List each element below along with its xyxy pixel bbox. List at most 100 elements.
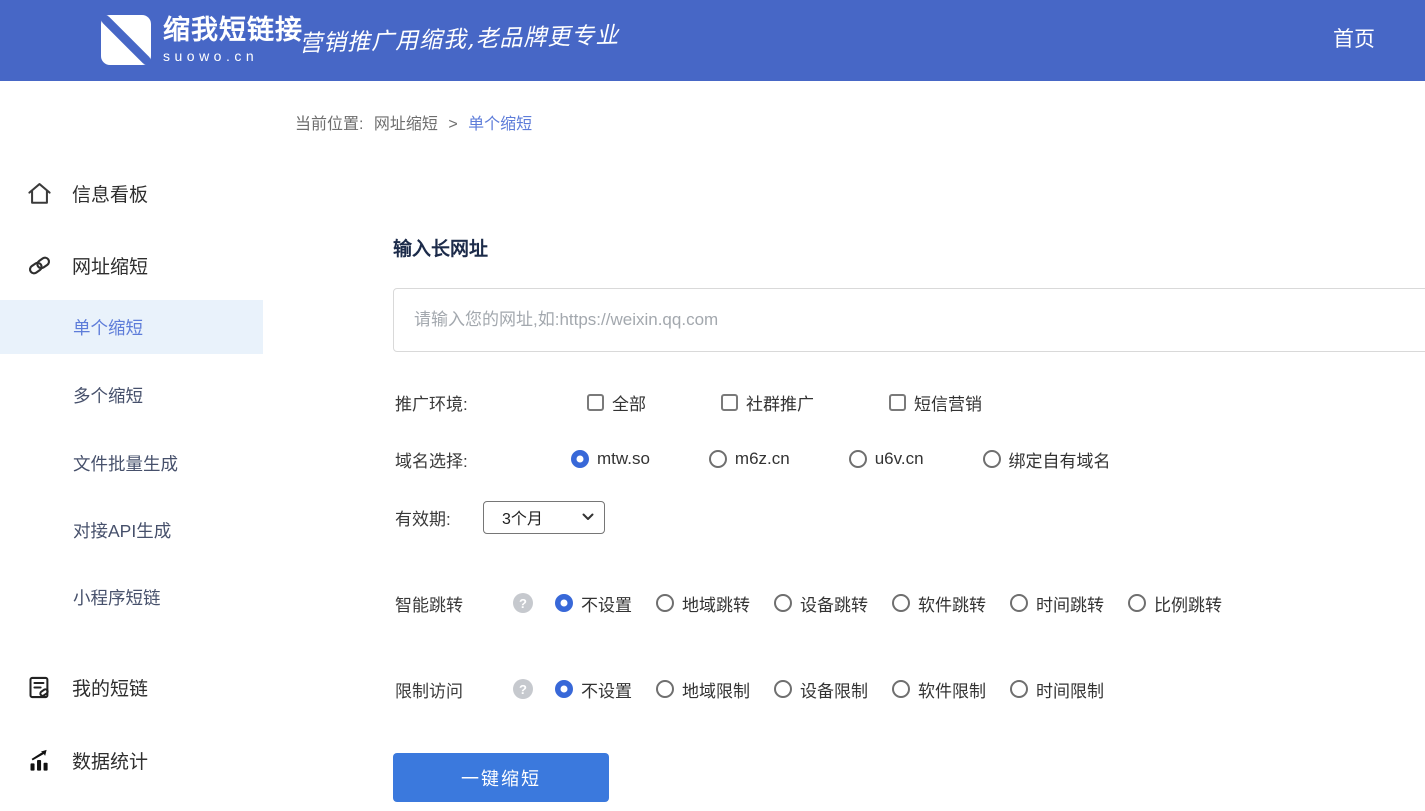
sidebar-item-label: 网址缩短 [72, 252, 148, 279]
radio-label: 不设置 [581, 677, 632, 702]
radio-option-geo-redirect[interactable]: 地域跳转 [656, 591, 750, 616]
validity-row: 有效期: 3个月 [395, 500, 605, 534]
sidebar-item-shorten[interactable]: 网址缩短 [0, 247, 263, 283]
radio-option-time-redirect[interactable]: 时间跳转 [1010, 591, 1104, 616]
sidebar-item-dashboard[interactable]: 信息看板 [0, 175, 263, 211]
radio-label: 时间跳转 [1036, 591, 1104, 616]
smart-redirect-label: 智能跳转 [395, 591, 467, 616]
checkbox-label: 社群推广 [746, 390, 814, 415]
checkbox-option-community[interactable]: 社群推广 [721, 390, 814, 415]
radio-option-no-restrict[interactable]: 不设置 [555, 677, 632, 702]
radio-option-u6v-cn[interactable]: u6v.cn [849, 449, 924, 469]
radio-option-geo-restrict[interactable]: 地域限制 [656, 677, 750, 702]
radio-option-software-redirect[interactable]: 软件跳转 [892, 591, 986, 616]
breadcrumb-parent-link[interactable]: 网址缩短 [374, 116, 438, 133]
promo-env-row: 推广环境: 全部 社群推广 短信营销 [395, 384, 982, 420]
radio-icon [892, 594, 910, 612]
checkbox-icon [889, 394, 906, 411]
radio-icon [1010, 594, 1028, 612]
sidebar-item-statistics[interactable]: 数据统计 [0, 742, 263, 778]
radio-label: 不设置 [581, 591, 632, 616]
radio-option-time-restrict[interactable]: 时间限制 [1010, 677, 1104, 702]
validity-select[interactable]: 3个月 [483, 501, 605, 534]
radio-option-ratio-redirect[interactable]: 比例跳转 [1128, 591, 1222, 616]
radio-option-m6z-cn[interactable]: m6z.cn [709, 449, 790, 469]
radio-option-custom-domain[interactable]: 绑定自有域名 [983, 447, 1111, 472]
checkbox-icon [587, 394, 604, 411]
sidebar-item-label: 数据统计 [72, 747, 148, 774]
sidebar-subitem-multi-shorten[interactable]: 多个缩短 [0, 377, 263, 413]
checkbox-label: 短信营销 [914, 390, 982, 415]
sidebar-subitem-label: 单个缩短 [73, 315, 143, 340]
radio-option-mtw-so[interactable]: mtw.so [571, 449, 650, 469]
shorten-submit-button[interactable]: 一键缩短 [393, 753, 609, 802]
radio-icon [892, 680, 910, 698]
sidebar-subitem-label: 文件批量生成 [73, 451, 178, 476]
promo-env-label: 推广环境: [395, 390, 512, 415]
radio-label: 时间限制 [1036, 677, 1104, 702]
radio-icon [656, 594, 674, 612]
header-bar: 缩我短链接 suowo.cn · 营销推广用缩我,老品牌更专业 首页 [0, 0, 1425, 81]
sidebar-subitem-miniprogram[interactable]: 小程序短链 [0, 579, 263, 615]
radio-option-device-redirect[interactable]: 设备跳转 [774, 591, 868, 616]
radio-icon [656, 680, 674, 698]
sidebar-item-cutoff[interactable]: 域名管理 [0, 805, 263, 811]
question-icon[interactable]: ? [513, 679, 533, 699]
breadcrumb-current-link[interactable]: 单个缩短 [468, 116, 532, 133]
domain-select-row: 域名选择: mtw.so m6z.cn u6v.cn 绑定自有域名 [395, 441, 1111, 477]
sidebar-subitem-label: 对接API生成 [73, 518, 171, 543]
sidebar-item-my-links[interactable]: 我的短链 [0, 669, 263, 705]
radio-icon [1128, 594, 1146, 612]
checkbox-option-sms[interactable]: 短信营销 [889, 390, 982, 415]
radio-label: 绑定自有域名 [1009, 447, 1111, 472]
sidebar-subitem-label: 多个缩短 [73, 383, 143, 408]
sidebar-subitem-file-batch[interactable]: 文件批量生成 [0, 445, 263, 481]
radio-option-device-restrict[interactable]: 设备限制 [774, 677, 868, 702]
link-icon [26, 252, 53, 279]
home-icon [26, 180, 53, 207]
radio-icon [774, 594, 792, 612]
radio-label: mtw.so [597, 449, 650, 469]
radio-icon [555, 680, 573, 698]
sidebar-item-label: 信息看板 [72, 180, 148, 207]
document-link-icon [26, 674, 53, 701]
validity-label: 有效期: [395, 505, 483, 530]
radio-icon [571, 450, 589, 468]
radio-icon [983, 450, 1001, 468]
radio-label: 地域限制 [682, 677, 750, 702]
radio-option-software-restrict[interactable]: 软件限制 [892, 677, 986, 702]
smart-redirect-row: 智能跳转 ? 不设置 地域跳转 设备跳转 软件跳转 时间跳转 比例跳转 [395, 585, 1222, 621]
tagline-dot: · [282, 20, 291, 46]
radio-icon [709, 450, 727, 468]
sidebar-subitem-label: 小程序短链 [73, 585, 161, 610]
brand-logo[interactable]: 缩我短链接 suowo.cn [100, 14, 303, 66]
radio-label: 软件跳转 [918, 591, 986, 616]
bar-chart-icon [26, 747, 53, 774]
sidebar-item-label: 我的短链 [72, 674, 148, 701]
sidebar-subitem-single-shorten[interactable]: 单个缩短 [0, 300, 263, 354]
radio-icon [849, 450, 867, 468]
page: 缩我短链接 suowo.cn · 营销推广用缩我,老品牌更专业 首页 当前位置:… [0, 0, 1425, 811]
radio-icon [555, 594, 573, 612]
nav-home-link[interactable]: 首页 [1333, 23, 1375, 53]
radio-option-no-redirect[interactable]: 不设置 [555, 591, 632, 616]
validity-select-value: 3个月 [502, 505, 543, 529]
section-title: 输入长网址 [393, 234, 488, 261]
radio-icon [774, 680, 792, 698]
radio-icon [1010, 680, 1028, 698]
radio-label: m6z.cn [735, 449, 790, 469]
breadcrumb-prefix: 当前位置: [295, 116, 363, 133]
radio-label: 比例跳转 [1154, 591, 1222, 616]
chevron-down-icon [582, 513, 594, 521]
access-restrict-label: 限制访问 [395, 677, 467, 702]
brand-tagline: · 营销推广用缩我,老品牌更专业 [282, 20, 619, 54]
question-icon[interactable]: ? [513, 593, 533, 613]
sidebar-subitem-api-generate[interactable]: 对接API生成 [0, 512, 263, 548]
logo-s-icon [100, 14, 152, 66]
checkbox-option-all[interactable]: 全部 [587, 390, 646, 415]
breadcrumb: 当前位置: 网址缩短 > 单个缩短 [295, 110, 532, 134]
long-url-input[interactable] [393, 288, 1425, 352]
checkbox-icon [721, 394, 738, 411]
radio-label: 软件限制 [918, 677, 986, 702]
checkbox-label: 全部 [612, 390, 646, 415]
